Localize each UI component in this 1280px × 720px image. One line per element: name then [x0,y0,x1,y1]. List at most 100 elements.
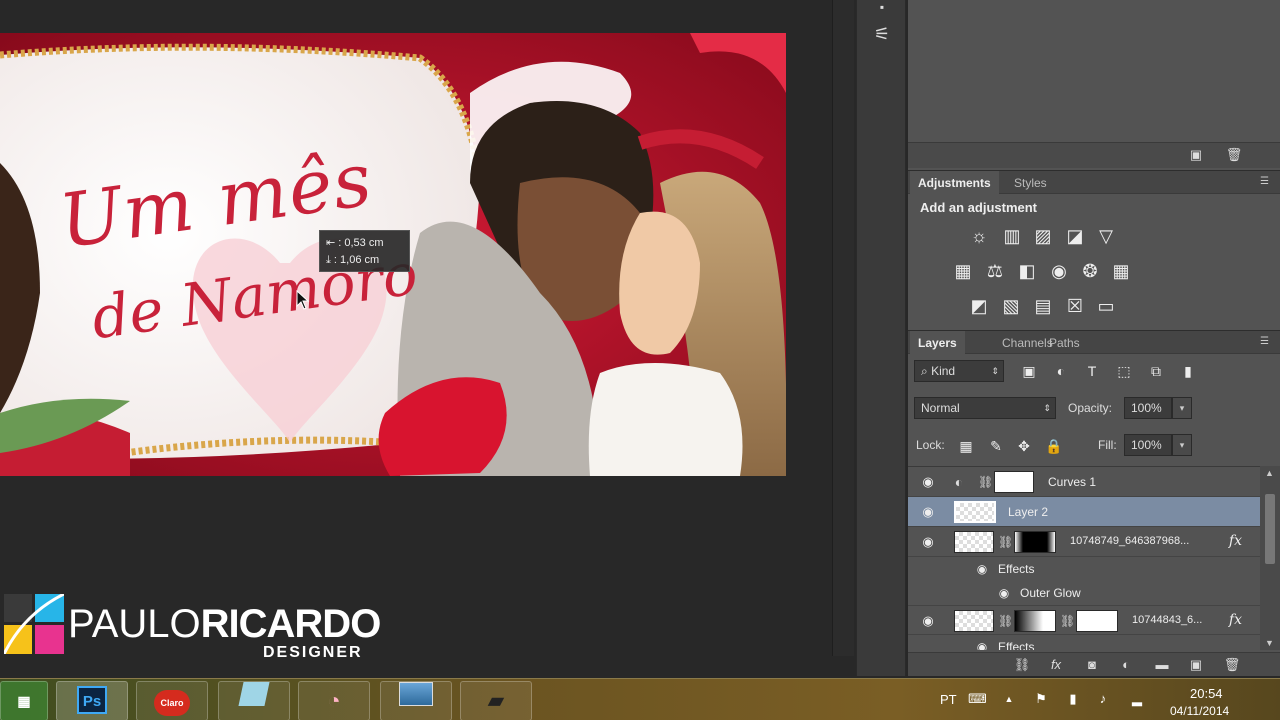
eye-icon[interactable]: ◉ [920,474,936,490]
layer-effects-row[interactable]: ◉ Effects [908,635,1260,650]
lock-image-brush-icon[interactable]: ✎ [986,436,1006,456]
tab-adjustments[interactable]: Adjustments [910,171,999,195]
opacity-dropdown[interactable]: ▾ [1172,397,1192,419]
opacity-input[interactable]: 100% [1124,397,1172,419]
chain-link-icon[interactable]: ⛓ [978,473,993,491]
layer-row-photo1[interactable]: ◉ ⛓ 10748749_646387968... fx [908,527,1260,557]
action-center-flag-icon[interactable]: ⚑ [1032,691,1050,707]
layer-thumbnail [954,501,996,523]
taskbar-app-photo-viewer[interactable] [380,681,452,720]
windows-taskbar: ▦ Ps Claro ◔ ▰ PT ⌨ ▲ ⚑ ▮ ♪ ▂ 20:54 04/1… [0,678,1280,720]
channel-mixer-icon[interactable]: ❂ [1079,260,1101,282]
network-signal-icon[interactable]: ▂ [1128,691,1146,707]
filter-toggle-icon[interactable]: ▮ [1178,360,1198,382]
document-canvas-area[interactable]: Um mês de Namoro ⇤ : 0,53 cm ⤓ : 1,06 cm… [0,0,832,661]
layer-effects-row[interactable]: ◉ Effects [908,557,1260,581]
taskbar-app-paint[interactable]: ◔ [298,681,370,720]
layer-thumbnail [954,610,994,632]
chain-link-icon[interactable]: ⛓ [998,533,1013,551]
exposure-icon[interactable]: ◪ [1064,225,1086,247]
scrollbar-thumb[interactable] [1265,494,1275,564]
fill-input[interactable]: 100% [1124,434,1172,456]
selective-color-icon[interactable]: ☒ [1064,295,1086,317]
layer-row-layer2[interactable]: ◉ Layer 2 [908,497,1260,527]
hue-saturation-icon[interactable]: ▦ [952,260,974,282]
scroll-down-icon[interactable]: ▼ [1265,638,1274,648]
filter-type-icon[interactable]: T [1082,360,1102,382]
photo-filter-icon[interactable]: ◉ [1048,260,1070,282]
lock-all-icon[interactable]: 🔒 [1044,436,1064,456]
add-mask-icon[interactable]: ◙ [1082,656,1102,674]
new-adjustment-layer-icon[interactable]: ◐ [1116,656,1136,674]
tab-paths[interactable]: Paths [1041,331,1088,355]
layers-scrollbar[interactable]: ▲ ▼ [1260,466,1280,650]
outer-glow-effect-row[interactable]: ◉ Outer Glow [908,581,1260,605]
panel-menu-icon[interactable]: ☰ [1260,177,1272,187]
black-white-icon[interactable]: ◧ [1016,260,1038,282]
show-hidden-icons-icon[interactable]: ▲ [1000,691,1018,707]
taskbar-app-notes[interactable] [218,681,290,720]
taskbar-app-camera[interactable]: ▰ [460,681,532,720]
delete-layer-icon[interactable]: 🗑 [1222,656,1242,674]
designer-name-first: PAULO [68,602,201,646]
filter-pixel-icon[interactable]: ▣ [1019,360,1039,382]
lock-transparent-icon[interactable]: ▦ [956,436,976,456]
lock-position-icon[interactable]: ✥ [1014,436,1034,456]
color-balance-icon[interactable]: ⚖ [984,260,1006,282]
effects-label: Effects [998,640,1035,650]
filter-shape-icon[interactable]: ⬚ [1114,360,1134,382]
layer-effects-fx-icon[interactable]: fx [1229,533,1242,549]
clock-time[interactable]: 20:54 [1190,686,1223,701]
curves-icon[interactable]: ▨ [1032,225,1054,247]
layer-name[interactable]: Curves 1 [1048,475,1096,489]
layer-filter-select[interactable]: ⌕ Kind ⇕ [914,360,1004,382]
taskbar-app-explorer[interactable]: ▦ [0,681,48,720]
add-layer-style-fx-icon[interactable]: fx [1046,656,1066,674]
brightness-contrast-icon[interactable]: ☼ [968,225,990,247]
delete-item-icon[interactable]: 🗑 [1224,146,1244,164]
eye-icon[interactable]: ◉ [996,586,1012,600]
levels-icon[interactable]: ▥ [1001,225,1023,247]
keyboard-icon[interactable]: ⌨ [968,691,987,707]
gradient-map-icon[interactable]: ▭ [1095,295,1117,317]
eye-icon[interactable]: ◉ [920,534,936,550]
layer-filter-kind: Kind [931,364,956,378]
layer-row-photo2[interactable]: ◉ ⛓ ⛓ 10744843_6... fx [908,605,1260,635]
new-group-folder-icon[interactable]: ▬ [1152,656,1172,674]
layer-row-curves[interactable]: ◉ ◐ ⛓ Curves 1 [908,467,1260,497]
invert-icon[interactable]: ◩ [968,295,990,317]
fill-dropdown[interactable]: ▾ [1172,434,1192,456]
panel-menu-icon[interactable]: ☰ [1260,337,1272,347]
taskbar-app-photoshop[interactable]: Ps [56,681,128,720]
volume-icon[interactable]: ♪ [1094,691,1112,707]
layer-name[interactable]: 10748749_646387968... [1070,535,1189,547]
tray-language[interactable]: PT [940,692,957,707]
filter-adjustment-icon[interactable]: ◐ [1051,360,1071,382]
taskbar-app-claro[interactable]: Claro [136,681,208,720]
layer-name[interactable]: 10744843_6... [1132,614,1202,626]
eye-icon[interactable]: ◉ [974,562,990,576]
properties-sliders-icon[interactable]: ⚟ [865,20,899,48]
posterize-icon[interactable]: ▧ [1000,295,1022,317]
clock-date[interactable]: 04/11/2014 [1170,704,1229,720]
chain-link-icon[interactable]: ⛓ [1060,612,1075,630]
tab-styles[interactable]: Styles [1006,171,1055,195]
threshold-icon[interactable]: ▤ [1032,295,1054,317]
layer-effects-fx-icon[interactable]: fx [1229,612,1242,628]
color-lookup-icon[interactable]: ▦ [1110,260,1132,282]
canvas-scrollbar[interactable] [832,0,854,656]
layer-name[interactable]: Layer 2 [1008,505,1048,519]
battery-icon[interactable]: ▮ [1064,691,1082,707]
chain-link-icon[interactable]: ⛓ [998,612,1013,630]
eye-icon[interactable]: ◉ [974,640,990,650]
eye-icon[interactable]: ◉ [920,504,936,520]
blend-mode-select[interactable]: Normal ⇕ [914,397,1056,419]
tab-layers[interactable]: Layers [910,331,965,355]
new-item-icon[interactable]: ▣ [1186,146,1206,164]
link-layers-icon[interactable]: ⛓ [1012,656,1032,674]
filter-smart-object-icon[interactable]: ⧉ [1146,360,1166,382]
new-layer-icon[interactable]: ▣ [1186,656,1206,674]
vibrance-icon[interactable]: ▽ [1095,225,1117,247]
scroll-up-icon[interactable]: ▲ [1265,468,1274,478]
eye-icon[interactable]: ◉ [920,613,936,629]
